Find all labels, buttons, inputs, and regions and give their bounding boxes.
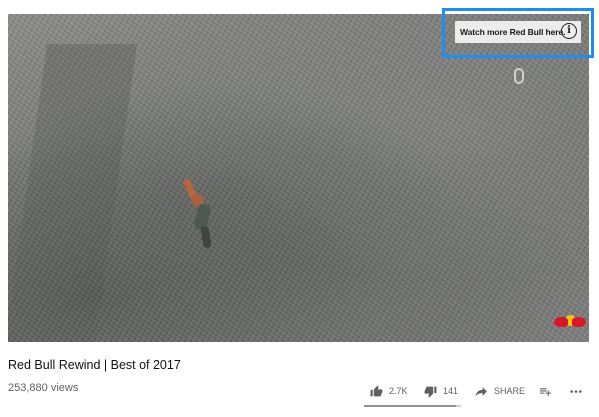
info-icon[interactable]: i	[561, 23, 577, 39]
thumbs-down-icon	[424, 386, 437, 397]
info-card-text: Watch more Red Bull here.	[460, 27, 566, 37]
share-arrow-icon	[475, 386, 487, 396]
dislike-button[interactable]: 141	[424, 383, 458, 399]
like-button[interactable]: 2.7K	[370, 383, 408, 399]
dislike-count: 141	[443, 386, 459, 396]
sentiment-bar	[364, 405, 461, 407]
sentiment-bar-fill	[364, 405, 457, 407]
add-to-playlist-button[interactable]	[539, 383, 552, 399]
red-bull-logo	[554, 312, 586, 332]
playlist-add-icon	[540, 387, 551, 396]
thumbs-up-icon	[370, 385, 383, 396]
quickdraw-gear	[514, 68, 524, 84]
video-title: Red Bull Rewind | Best of 2017	[8, 358, 181, 372]
more-actions-button[interactable]	[569, 383, 583, 399]
action-bar: 2.7K 141 SHARE	[0, 383, 599, 399]
share-label: SHARE	[494, 386, 526, 396]
share-button[interactable]: SHARE	[475, 383, 525, 399]
like-count: 2.7K	[389, 386, 408, 396]
more-horiz-icon	[570, 389, 582, 393]
video-player[interactable]	[8, 14, 589, 342]
climber-figure	[180, 172, 220, 252]
